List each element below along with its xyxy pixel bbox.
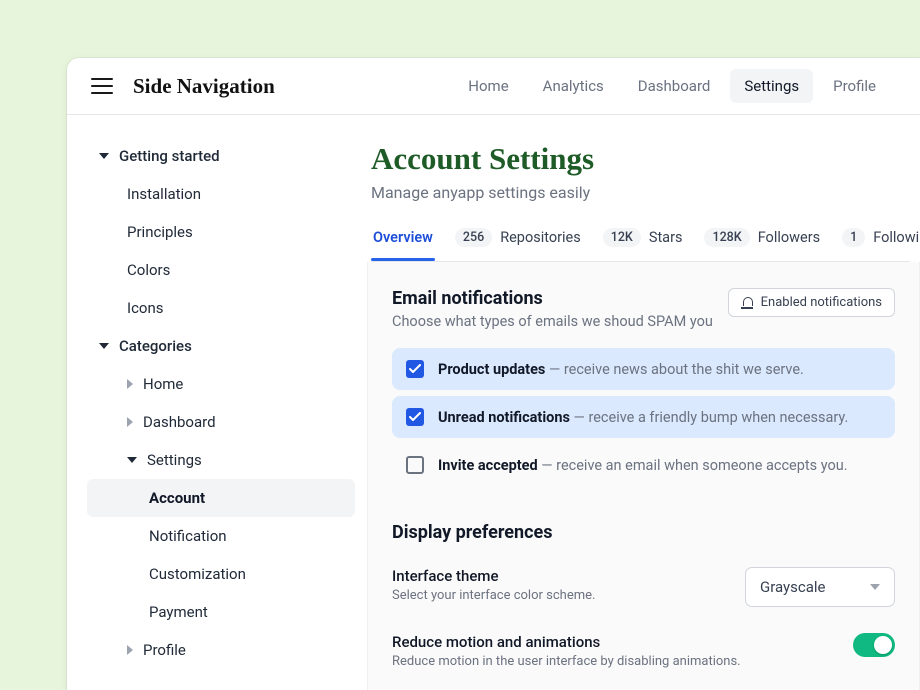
topnav: Home Analytics Dashboard Settings Profil… xyxy=(454,69,896,103)
tab-label: Repositories xyxy=(500,229,581,246)
tab-label: Stars xyxy=(649,229,683,246)
sidebar-group-label: Getting started xyxy=(119,147,220,165)
settings-panel: Email notifications Choose what types of… xyxy=(367,262,920,690)
main: Account Settings Manage anyapp settings … xyxy=(367,115,920,690)
sidebar-item-account[interactable]: Account xyxy=(87,479,355,517)
chevron-down-icon xyxy=(127,457,137,463)
theme-select[interactable]: Grayscale xyxy=(745,567,895,607)
tab-badge: 256 xyxy=(455,228,492,247)
sidebar-group-getting-started[interactable]: Getting started xyxy=(87,137,355,175)
chevron-right-icon xyxy=(127,379,133,389)
sidebar-item-principles[interactable]: Principles xyxy=(87,213,355,251)
brand-title: Side Navigation xyxy=(133,74,275,99)
tab-label: Overview xyxy=(373,229,433,246)
sidebar-item-icons[interactable]: Icons xyxy=(87,289,355,327)
sidebar-group-label: Categories xyxy=(119,337,192,355)
check-desc: receive an email when someone accepts yo… xyxy=(556,457,847,474)
sidebar-item-colors[interactable]: Colors xyxy=(87,251,355,289)
sidebar-group-categories[interactable]: Categories xyxy=(87,327,355,365)
hamburger-icon[interactable] xyxy=(91,78,113,94)
topnav-analytics[interactable]: Analytics xyxy=(529,69,618,103)
check-desc: receive a friendly bump when necessary. xyxy=(588,409,848,426)
pref-motion-label: Reduce motion and animations xyxy=(392,633,741,651)
pref-motion-sub: Reduce motion in the user interface by d… xyxy=(392,654,741,669)
check-label: Product updates xyxy=(438,361,545,378)
checkbox-icon[interactable] xyxy=(406,360,424,378)
chevron-right-icon xyxy=(127,645,133,655)
button-label: Enabled notifications xyxy=(761,295,882,310)
sidebar-item-label: Settings xyxy=(147,451,202,469)
sidebar: Getting started Installation Principles … xyxy=(67,115,367,690)
checkbox-icon[interactable] xyxy=(406,456,424,474)
select-value: Grayscale xyxy=(760,578,826,596)
enabled-notifications-button[interactable]: Enabled notifications xyxy=(728,288,895,317)
content: Getting started Installation Principles … xyxy=(67,115,920,690)
pref-row-motion: Reduce motion and animations Reduce moti… xyxy=(392,633,895,669)
tab-following[interactable]: 1 Following xyxy=(840,228,920,261)
sidebar-item-settings[interactable]: Settings xyxy=(87,441,355,479)
tab-repositories[interactable]: 256 Repositories xyxy=(453,228,583,261)
tab-overview[interactable]: Overview xyxy=(371,229,435,260)
topnav-dashboard[interactable]: Dashboard xyxy=(624,69,725,103)
sidebar-item-home[interactable]: Home xyxy=(87,365,355,403)
app-window: Side Navigation Home Analytics Dashboard… xyxy=(67,58,920,690)
sidebar-item-notification[interactable]: Notification xyxy=(87,517,355,555)
sidebar-item-label: Profile xyxy=(143,641,186,659)
sidebar-item-profile[interactable]: Profile xyxy=(87,631,355,669)
tabs: Overview 256 Repositories 12K Stars 128K Fo… xyxy=(371,228,910,262)
sidebar-item-installation[interactable]: Installation xyxy=(87,175,355,213)
display-section-title: Display preferences xyxy=(392,522,895,543)
check-desc: receive news about the shit we serve. xyxy=(564,361,804,378)
check-label: Invite accepted xyxy=(438,457,538,474)
tab-badge: 128K xyxy=(704,228,749,247)
sidebar-item-dashboard[interactable]: Dashboard xyxy=(87,403,355,441)
check-row-invite-accepted[interactable]: Invite accepted — receive an email when … xyxy=(392,444,895,486)
topbar: Side Navigation Home Analytics Dashboard… xyxy=(67,58,920,115)
bell-icon xyxy=(741,297,753,309)
sidebar-item-label: Home xyxy=(143,375,183,393)
chevron-right-icon xyxy=(127,417,133,427)
topnav-home[interactable]: Home xyxy=(454,69,522,103)
tab-label: Followers xyxy=(758,229,820,246)
sidebar-item-payment[interactable]: Payment xyxy=(87,593,355,631)
sidebar-item-customization[interactable]: Customization xyxy=(87,555,355,593)
pref-theme-label: Interface theme xyxy=(392,567,595,585)
chevron-down-icon xyxy=(99,343,109,349)
email-section-title: Email notifications xyxy=(392,288,713,309)
topnav-profile[interactable]: Profile xyxy=(819,69,890,103)
sidebar-item-label: Dashboard xyxy=(143,413,216,431)
chevron-down-icon xyxy=(870,584,880,590)
checkbox-icon[interactable] xyxy=(406,408,424,426)
pref-theme-sub: Select your interface color scheme. xyxy=(392,588,595,603)
page-title: Account Settings xyxy=(371,141,910,177)
email-section-subtitle: Choose what types of emails we shoud SPA… xyxy=(392,313,713,330)
check-row-product-updates[interactable]: Product updates — receive news about the… xyxy=(392,348,895,390)
tab-label: Following xyxy=(873,229,920,246)
motion-toggle[interactable] xyxy=(853,633,895,657)
check-row-unread-notifications[interactable]: Unread notifications — receive a friendl… xyxy=(392,396,895,438)
tab-badge: 12K xyxy=(603,228,641,247)
topnav-settings[interactable]: Settings xyxy=(730,69,813,103)
pref-row-theme: Interface theme Select your interface co… xyxy=(392,567,895,607)
tab-badge: 1 xyxy=(842,228,865,247)
chevron-down-icon xyxy=(99,153,109,159)
tab-followers[interactable]: 128K Followers xyxy=(702,228,822,261)
check-label: Unread notifications xyxy=(438,409,570,426)
tab-stars[interactable]: 12K Stars xyxy=(601,228,685,261)
page-subtitle: Manage anyapp settings easily xyxy=(371,183,910,202)
